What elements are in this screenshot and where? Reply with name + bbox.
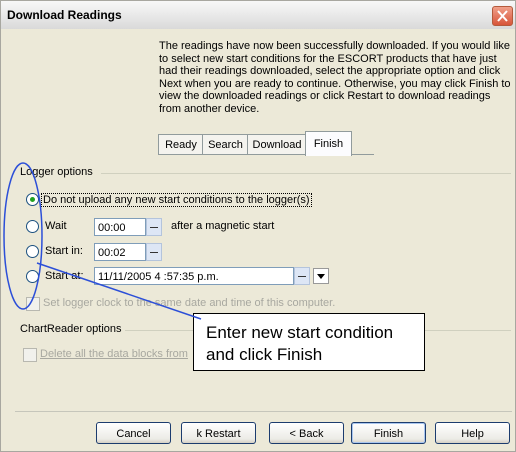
callout-line-1: Enter new start condition bbox=[206, 323, 394, 342]
title-bar: Download Readings bbox=[1, 1, 515, 29]
help-button[interactable]: Help bbox=[435, 422, 510, 444]
tab-finish[interactable]: Finish bbox=[305, 131, 352, 156]
delete-blocks-checkbox[interactable] bbox=[23, 348, 37, 362]
start-at-datetime[interactable]: 11/11/2005 4 :57:35 p.m. bbox=[94, 267, 294, 285]
no-upload-label[interactable]: Do not upload any new start conditions t… bbox=[41, 193, 312, 207]
set-clock-checkbox[interactable] bbox=[26, 297, 40, 311]
annotation-ellipse bbox=[3, 162, 43, 310]
start-at-label[interactable]: Start at: bbox=[45, 270, 84, 282]
start-in-input[interactable]: 00:02 bbox=[94, 243, 146, 261]
callout-line-2: and click Finish bbox=[206, 345, 323, 364]
radio-wait[interactable] bbox=[26, 220, 39, 233]
chartreader-options-header: ChartReader options bbox=[20, 323, 122, 335]
logger-options-divider bbox=[101, 173, 511, 174]
download-readings-dialog: Download Readings The readings have now … bbox=[0, 0, 516, 452]
close-button[interactable] bbox=[492, 6, 513, 26]
bottom-separator bbox=[15, 411, 512, 412]
restart-button[interactable]: k Restart bbox=[181, 422, 256, 444]
tab-search[interactable]: Search bbox=[202, 134, 249, 155]
close-icon bbox=[497, 10, 508, 22]
delete-blocks-label: Delete all the data blocks from bbox=[40, 348, 188, 360]
finish-button[interactable]: Finish bbox=[351, 422, 426, 444]
intro-text: The readings have now been successfully … bbox=[159, 40, 511, 115]
start-in-spinner[interactable] bbox=[146, 243, 162, 261]
radio-start-at[interactable] bbox=[26, 270, 39, 283]
radio-no-upload[interactable] bbox=[26, 193, 39, 206]
calendar-dropdown-button[interactable] bbox=[313, 268, 329, 284]
radio-start-in[interactable] bbox=[26, 245, 39, 258]
annotation-callout: Enter new start condition and click Fini… bbox=[193, 313, 425, 371]
set-clock-label: Set logger clock to the same date and ti… bbox=[43, 297, 336, 309]
cancel-button[interactable]: Cancel bbox=[96, 422, 171, 444]
wait-spinner[interactable] bbox=[146, 218, 162, 236]
wait-suffix-label: after a magnetic start bbox=[171, 220, 275, 232]
window-title: Download Readings bbox=[7, 8, 122, 22]
tab-download[interactable]: Download bbox=[247, 134, 307, 155]
logger-options-header: Logger options bbox=[20, 166, 93, 178]
back-button[interactable]: < Back bbox=[269, 422, 344, 444]
wait-label[interactable]: Wait bbox=[45, 220, 67, 232]
start-in-label[interactable]: Start in: bbox=[45, 245, 83, 257]
tab-ready[interactable]: Ready bbox=[158, 134, 204, 155]
wait-time-input[interactable]: 00:00 bbox=[94, 218, 146, 236]
start-at-spinner[interactable] bbox=[294, 267, 310, 285]
